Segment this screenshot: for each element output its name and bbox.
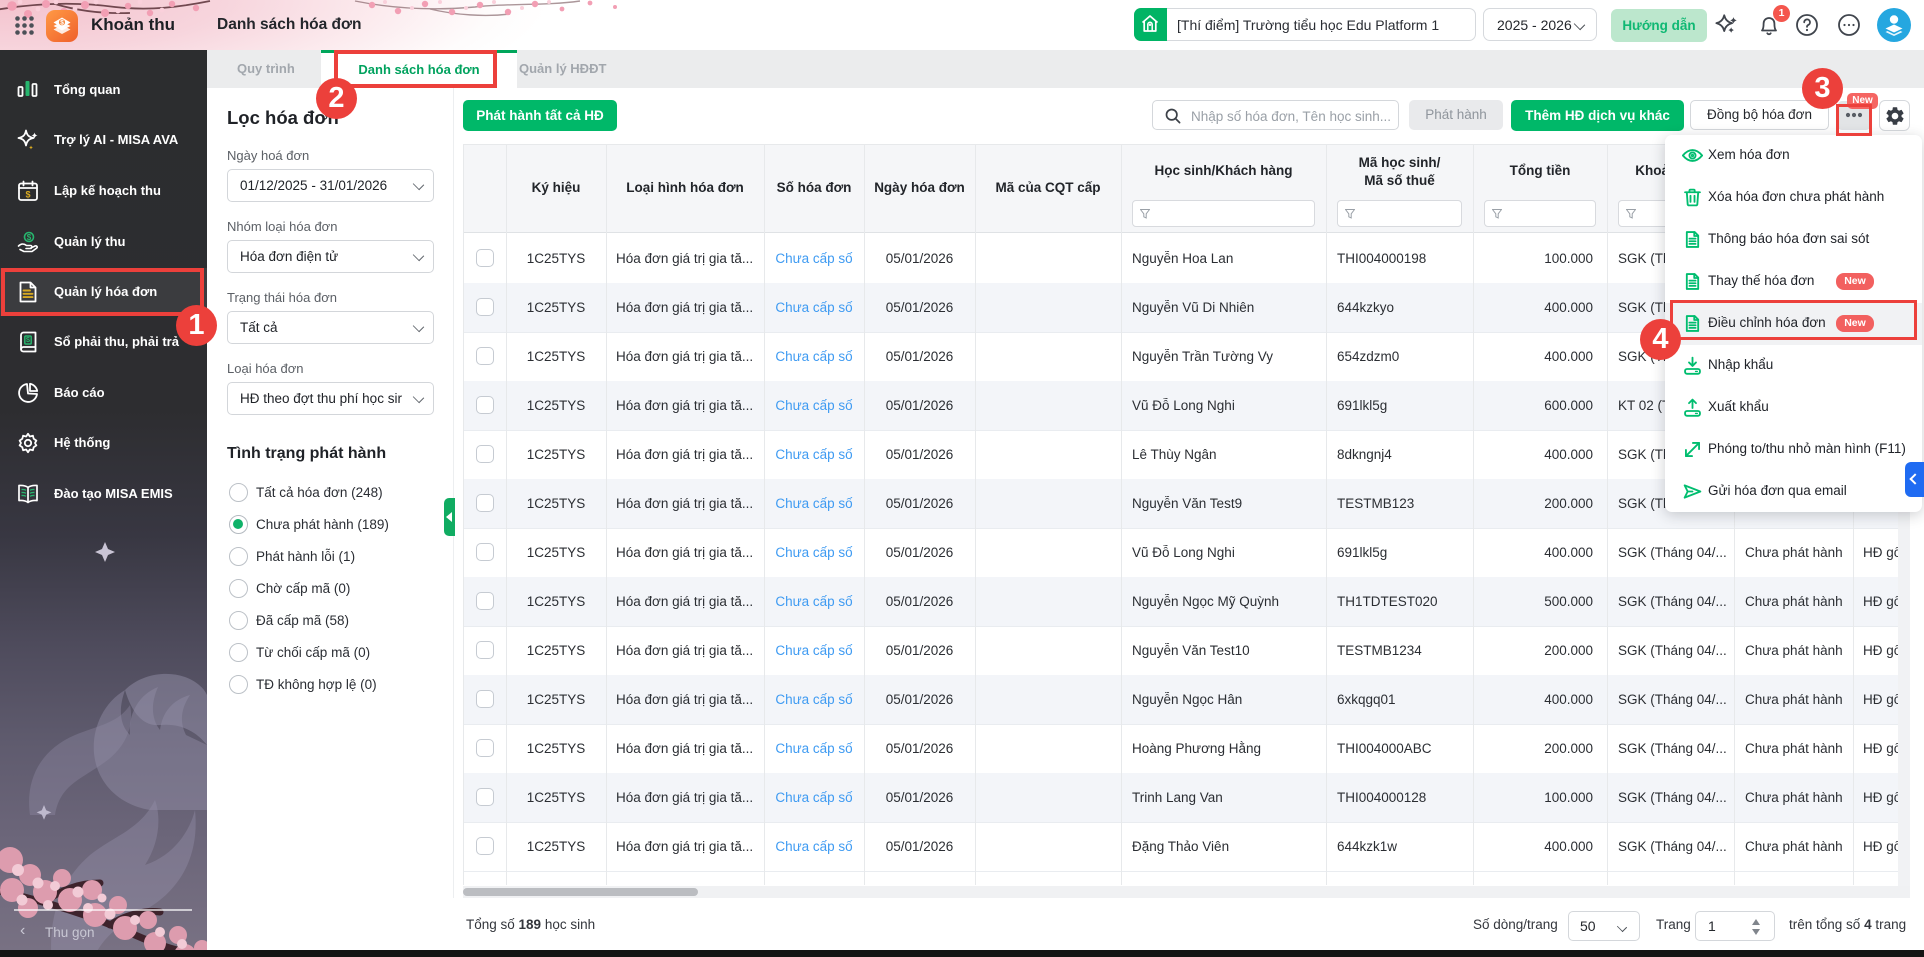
- svg-text:$: $: [25, 190, 30, 200]
- svg-text:$: $: [27, 233, 32, 242]
- svg-text:$: $: [60, 20, 64, 27]
